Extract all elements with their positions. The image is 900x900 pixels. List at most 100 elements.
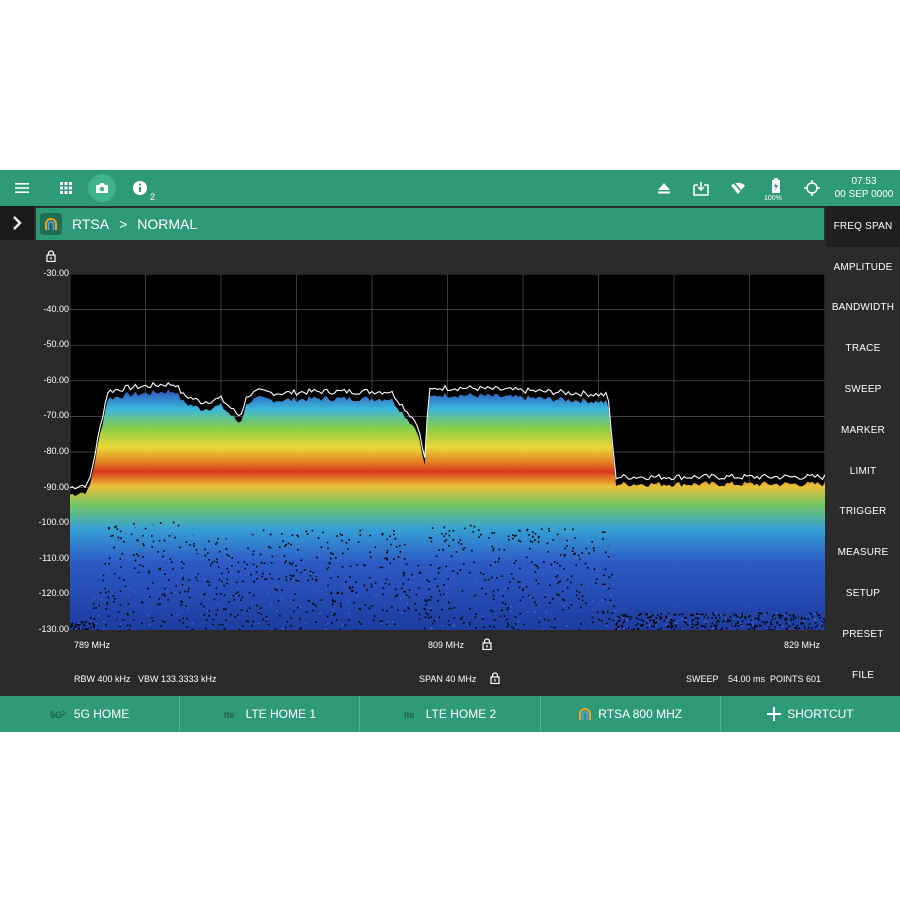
softkey-trace[interactable]: TRACE (826, 328, 900, 369)
apps-grid-icon[interactable] (54, 176, 78, 200)
softkey-limit[interactable]: LIMIT (826, 451, 900, 492)
noise-dot (262, 572, 264, 575)
softkey-setup[interactable]: SETUP (826, 573, 900, 614)
noise-dot (315, 605, 317, 608)
noise-dot (374, 594, 377, 597)
softkey-bandwidth[interactable]: BANDWIDTH (826, 288, 900, 329)
noise-dot (158, 598, 161, 600)
noise-dot (405, 563, 408, 566)
noise-dot (315, 574, 318, 577)
softkey-file[interactable]: FILE (826, 655, 900, 696)
noise-dot (274, 588, 277, 590)
noise-dot (528, 534, 530, 536)
noise-dot (149, 595, 151, 598)
noise-dot (574, 549, 576, 551)
sweep-time[interactable]: 54.00 ms (728, 674, 765, 684)
noise-dot (479, 572, 482, 574)
softkey-trigger[interactable]: TRIGGER (826, 492, 900, 533)
noise-dot (341, 592, 343, 595)
lock-icon[interactable] (46, 250, 56, 262)
lock-icon[interactable] (490, 672, 500, 684)
noise-dot (729, 625, 731, 628)
noise-dot (71, 622, 74, 625)
noise-dot (502, 595, 505, 597)
points-readout[interactable]: POINTS 601 (770, 674, 821, 684)
camera-icon[interactable] (88, 174, 116, 202)
noise-dot (660, 627, 663, 630)
noise-dot (785, 622, 788, 625)
noise-dot (536, 565, 538, 567)
noise-dot (89, 622, 91, 625)
tab-shortcut[interactable]: SHORTCUT (721, 696, 900, 732)
noise-dot (431, 527, 434, 529)
noise-dot (240, 609, 243, 611)
noise-dot (126, 612, 128, 615)
noise-dot (741, 620, 744, 623)
info-icon[interactable] (128, 176, 152, 200)
softkey-freq-span[interactable]: FREQ SPAN (826, 206, 900, 247)
noise-dot (359, 623, 362, 625)
softkey-marker[interactable]: MARKER (826, 410, 900, 451)
noise-dot (401, 587, 403, 590)
menu-icon[interactable] (10, 176, 34, 200)
tab-rtsa-800[interactable]: RTSA 800 MHZ (541, 696, 721, 732)
noise-dot (779, 615, 781, 617)
noise-dot (320, 590, 323, 592)
noise-dot (108, 528, 110, 530)
noise-dot (617, 615, 619, 618)
noise-dot (501, 575, 503, 577)
expand-panel-button[interactable] (0, 206, 34, 240)
noise-dot (703, 625, 706, 628)
rbw-readout[interactable]: RBW 400 kHz (74, 674, 131, 684)
noise-dot (685, 622, 687, 624)
noise-dot (232, 594, 235, 597)
noise-dot (733, 613, 735, 616)
noise-dot (756, 618, 759, 621)
noise-dot (213, 560, 216, 563)
noise-dot (796, 624, 798, 627)
tab-lte-home-1[interactable]: lte LTE HOME 1 (180, 696, 361, 732)
noise-dot (219, 565, 221, 568)
noise-dot (615, 628, 617, 630)
mode-bar[interactable]: RTSA > NORMAL (36, 208, 824, 240)
noise-dot (547, 551, 550, 553)
span-readout[interactable]: SPAN 40 MHz (419, 674, 476, 684)
softkey-amplitude[interactable]: AMPLITUDE (826, 247, 900, 288)
y-tick-label: -120.00 (38, 588, 69, 599)
noise-dot (368, 607, 371, 609)
noise-dot (320, 599, 323, 601)
noise-dot (608, 576, 610, 579)
softkey-preset[interactable]: PRESET (826, 614, 900, 655)
softkey-measure[interactable]: MEASURE (826, 532, 900, 573)
spectrum-plot[interactable] (70, 274, 825, 630)
noise-dot (159, 567, 162, 570)
noise-dot (142, 556, 144, 558)
tab-5g-home[interactable]: 5G 5G HOME (0, 696, 181, 732)
noise-dot (794, 616, 797, 619)
noise-dot (172, 521, 175, 524)
noise-dot (679, 613, 681, 616)
noise-dot (783, 614, 786, 616)
vbw-readout[interactable]: VBW 133.3333 kHz (138, 674, 217, 684)
noise-dot (119, 558, 121, 560)
download-icon[interactable] (689, 176, 713, 200)
tab-label: 5G HOME (73, 707, 130, 721)
noise-dot (507, 535, 510, 537)
noise-dot (515, 559, 517, 562)
noise-dot (428, 537, 431, 539)
noise-dot (170, 561, 173, 563)
eject-icon[interactable] (652, 176, 676, 200)
noise-dot (817, 614, 819, 617)
noise-dot (330, 577, 332, 579)
lock-icon[interactable] (482, 638, 492, 650)
noise-dot (753, 626, 756, 628)
noise-dot (285, 576, 288, 578)
noise-dot (674, 626, 677, 628)
noise-dot (514, 623, 517, 625)
noise-dot (327, 584, 329, 587)
noise-dot (580, 583, 583, 586)
tab-lte-home-2[interactable]: lte LTE HOME 2 (360, 696, 541, 732)
noise-dot (824, 627, 825, 629)
softkey-sweep[interactable]: SWEEP (826, 369, 900, 410)
stop-frequency: 829 MHz (784, 640, 821, 650)
